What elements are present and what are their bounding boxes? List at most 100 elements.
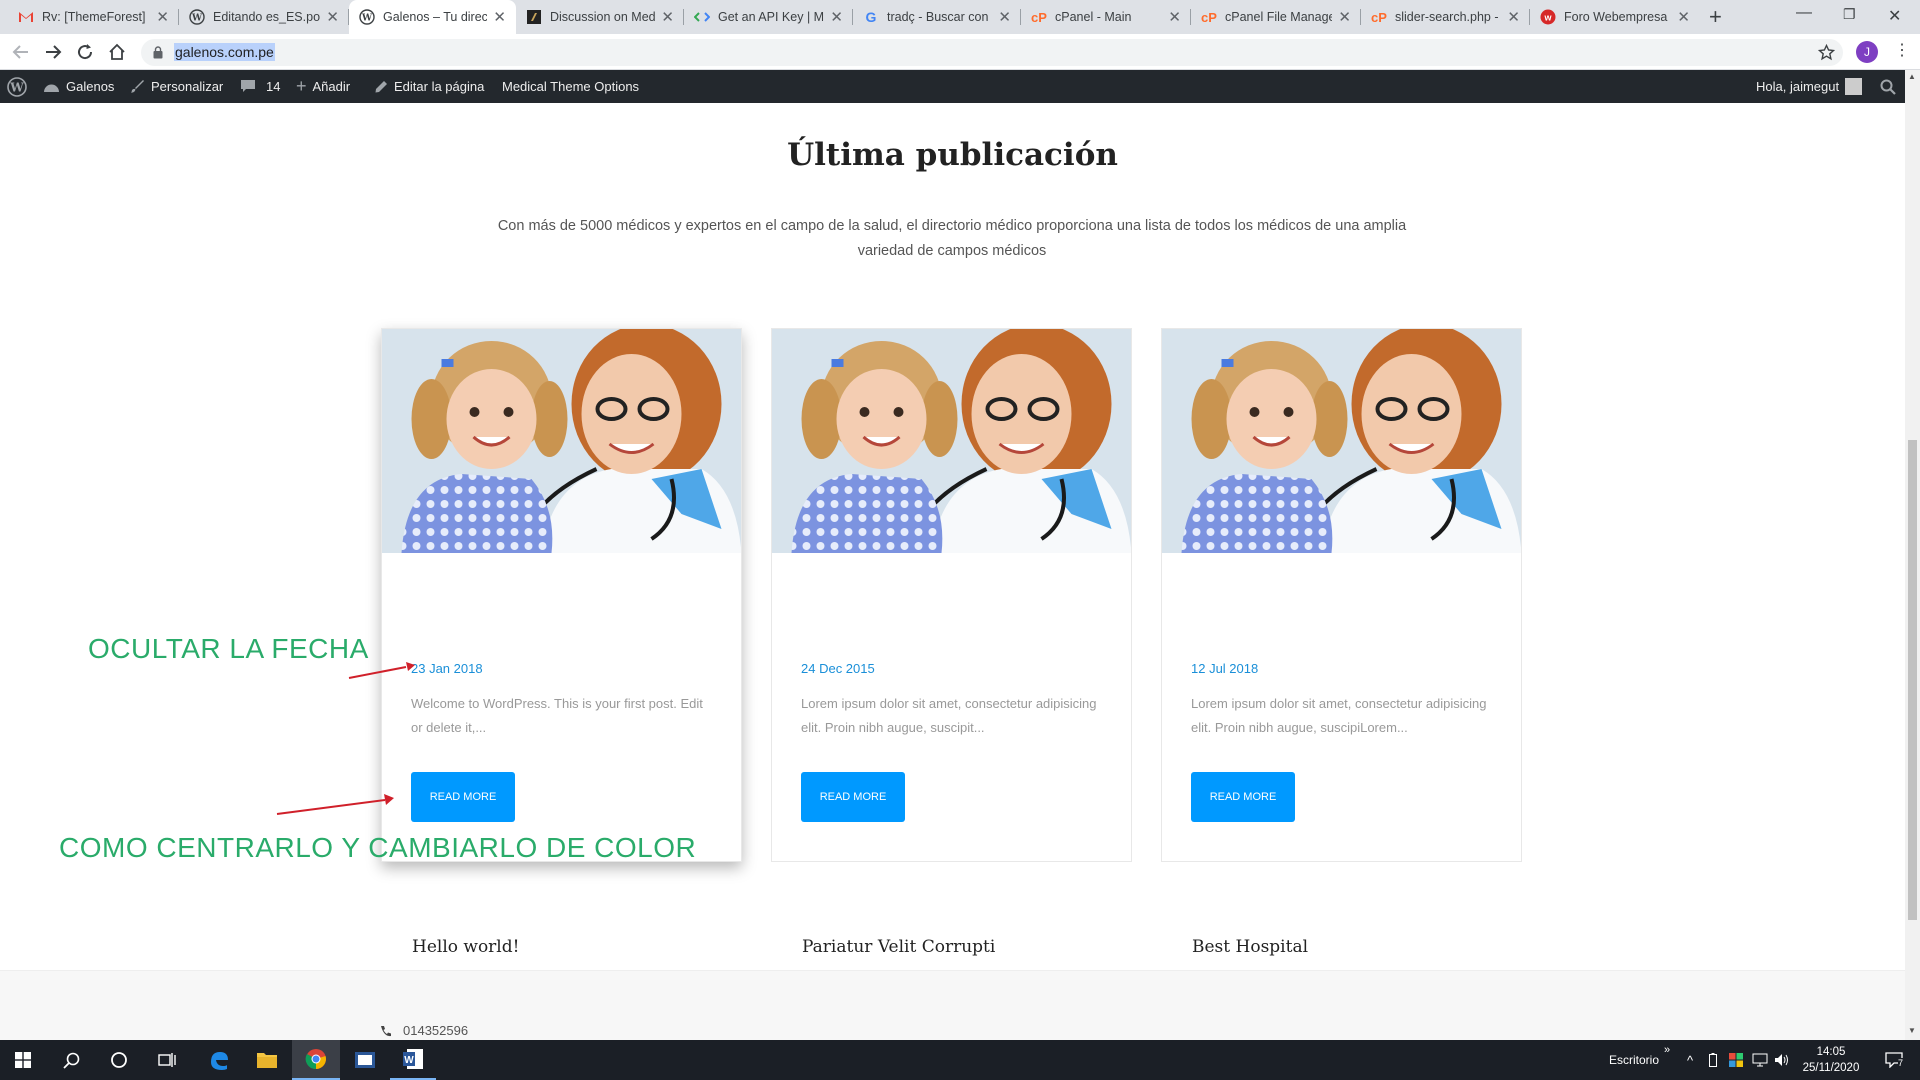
- wp-logo-menu[interactable]: W: [7, 70, 27, 103]
- plus-icon: +: [296, 76, 307, 96]
- post-date[interactable]: 23 Jan 2018: [411, 661, 483, 676]
- taskbar-edge[interactable]: [196, 1040, 242, 1080]
- svg-text:W: W: [404, 1055, 414, 1066]
- close-icon[interactable]: ✕: [493, 8, 506, 26]
- close-icon[interactable]: ✕: [998, 8, 1011, 26]
- page-scrollbar[interactable]: ▲ ▼: [1905, 70, 1920, 1040]
- battery-icon[interactable]: [1704, 1040, 1722, 1080]
- url-text[interactable]: galenos.com.pe: [174, 43, 275, 61]
- svg-text:W: W: [191, 14, 203, 24]
- read-more-button[interactable]: READ MORE: [801, 772, 905, 822]
- scrollbar-thumb[interactable]: [1908, 440, 1917, 920]
- edit-page-menu[interactable]: Editar la página: [374, 70, 484, 103]
- home-icon[interactable]: [108, 43, 126, 61]
- minimize-button[interactable]: —: [1796, 4, 1812, 22]
- site-name-menu[interactable]: Galenos: [43, 70, 114, 103]
- edit-page-label: Editar la página: [394, 79, 485, 94]
- post-thumbnail[interactable]: [1162, 329, 1521, 553]
- lock-icon[interactable]: [153, 46, 163, 59]
- taskbar-explorer[interactable]: [244, 1040, 290, 1080]
- post-title[interactable]: Pariatur Velit Corrupti: [802, 937, 995, 957]
- tab-discussion[interactable]: Discussion on Medi ✕: [516, 0, 684, 34]
- menu-icon[interactable]: ⋮: [1894, 42, 1910, 60]
- close-icon[interactable]: ✕: [1507, 8, 1520, 26]
- read-more-button[interactable]: READ MORE: [1191, 772, 1295, 822]
- customize-menu[interactable]: Personalizar: [130, 70, 223, 103]
- reload-icon[interactable]: [76, 43, 94, 61]
- close-icon[interactable]: ✕: [661, 8, 674, 26]
- post-date[interactable]: 12 Jul 2018: [1191, 661, 1258, 676]
- task-view-button[interactable]: [144, 1040, 190, 1080]
- forward-icon[interactable]: [44, 44, 62, 60]
- tab-label: cPanel File Manager: [1225, 10, 1333, 24]
- search-icon: [62, 1052, 79, 1069]
- volume-icon[interactable]: [1772, 1040, 1792, 1080]
- back-icon[interactable]: [12, 44, 30, 60]
- taskbar-word[interactable]: W: [390, 1040, 436, 1080]
- taskbar-chrome[interactable]: [292, 1040, 340, 1080]
- add-new-menu[interactable]: + Añadir: [296, 70, 350, 103]
- scroll-down-icon[interactable]: ▼: [1908, 1026, 1916, 1035]
- close-icon[interactable]: ✕: [1677, 8, 1690, 26]
- theme-options-menu[interactable]: Medical Theme Options: [502, 70, 639, 103]
- svg-text:cP: cP: [1031, 10, 1047, 25]
- tab-label: Galenos – Tu direct: [383, 10, 488, 24]
- close-icon[interactable]: ✕: [1168, 8, 1181, 26]
- post-date[interactable]: 24 Dec 2015: [801, 661, 875, 676]
- post-thumbnail[interactable]: [772, 329, 1131, 553]
- new-tab-button[interactable]: +: [1709, 4, 1722, 30]
- desktop-toolbar[interactable]: Escritorio: [1602, 1040, 1666, 1080]
- svg-text:w: w: [1543, 13, 1552, 23]
- tab-cpanel-files[interactable]: cP cPanel File Manager ✕: [1191, 0, 1361, 34]
- annotation-center-button: COMO CENTRARLO Y CAMBIARLO DE COLOR: [59, 832, 697, 863]
- tab-api-key[interactable]: Get an API Key | M ✕: [684, 0, 853, 34]
- comments-menu[interactable]: 14: [240, 70, 280, 103]
- close-icon[interactable]: ✕: [326, 8, 339, 26]
- security-shield-icon[interactable]: [1726, 1040, 1746, 1080]
- post-thumbnail[interactable]: [382, 329, 741, 553]
- action-center-button[interactable]: 7: [1872, 1040, 1916, 1080]
- account-menu[interactable]: Hola, jaimegut: [1756, 70, 1863, 103]
- post-title[interactable]: Best Hospital: [1192, 937, 1308, 957]
- post-title[interactable]: Hello world!: [412, 937, 519, 957]
- add-new-label: Añadir: [312, 79, 351, 94]
- profile-avatar[interactable]: J: [1856, 41, 1878, 63]
- tab-foro[interactable]: w Foro Webempresa ✕: [1530, 0, 1700, 34]
- phone-number[interactable]: 014352596: [403, 1023, 468, 1038]
- annotation-arrow: [276, 794, 394, 815]
- restore-button[interactable]: ❐: [1843, 6, 1856, 23]
- tab-galenos[interactable]: W Galenos – Tu direct ✕: [349, 0, 516, 34]
- tab-gmail[interactable]: Rv: [ThemeForest] P ✕: [8, 0, 179, 34]
- search-button[interactable]: [48, 1040, 94, 1080]
- taskbar-app[interactable]: [342, 1040, 388, 1080]
- network-icon[interactable]: [1750, 1040, 1770, 1080]
- tab-label: Foro Webempresa: [1564, 10, 1668, 24]
- cortana-button[interactable]: [96, 1040, 142, 1080]
- annotation-arrow: [348, 662, 415, 679]
- close-icon[interactable]: ✕: [830, 8, 843, 26]
- tab-cpanel-main[interactable]: cP cPanel - Main ✕: [1021, 0, 1191, 34]
- wordpress-icon: W: [359, 9, 375, 25]
- phone-icon: [381, 1025, 391, 1036]
- tab-editando[interactable]: W Editando es_ES.po c ✕: [179, 0, 349, 34]
- scroll-up-icon[interactable]: ▲: [1908, 72, 1916, 81]
- chevron-icon[interactable]: »: [1660, 1040, 1674, 1080]
- admin-search[interactable]: [1880, 70, 1896, 103]
- taskbar-clock[interactable]: 14:05 25/11/2020: [1796, 1040, 1866, 1080]
- customize-label: Personalizar: [151, 79, 224, 94]
- tab-label: tradç - Buscar con G: [887, 10, 993, 24]
- tray-expand-icon[interactable]: ^: [1680, 1040, 1700, 1080]
- tab-google-search[interactable]: G tradç - Buscar con G ✕: [853, 0, 1021, 34]
- close-icon[interactable]: ✕: [156, 8, 169, 26]
- read-more-button[interactable]: READ MORE: [411, 772, 515, 822]
- post-card: Hello world! 23 Jan 2018 Welcome to Word…: [381, 328, 742, 957]
- address-bar[interactable]: galenos.com.pe: [141, 39, 1843, 66]
- close-icon[interactable]: ✕: [1338, 8, 1351, 26]
- tab-slider-search[interactable]: cP slider-search.php - ✕: [1361, 0, 1530, 34]
- greeting-label: Hola, jaimegut: [1756, 79, 1840, 94]
- comment-icon: [241, 80, 255, 92]
- close-window-button[interactable]: ✕: [1888, 6, 1901, 26]
- start-button[interactable]: [0, 1040, 46, 1080]
- bookmark-star-icon[interactable]: [1818, 44, 1835, 61]
- presentation-app-icon: [355, 1052, 375, 1068]
